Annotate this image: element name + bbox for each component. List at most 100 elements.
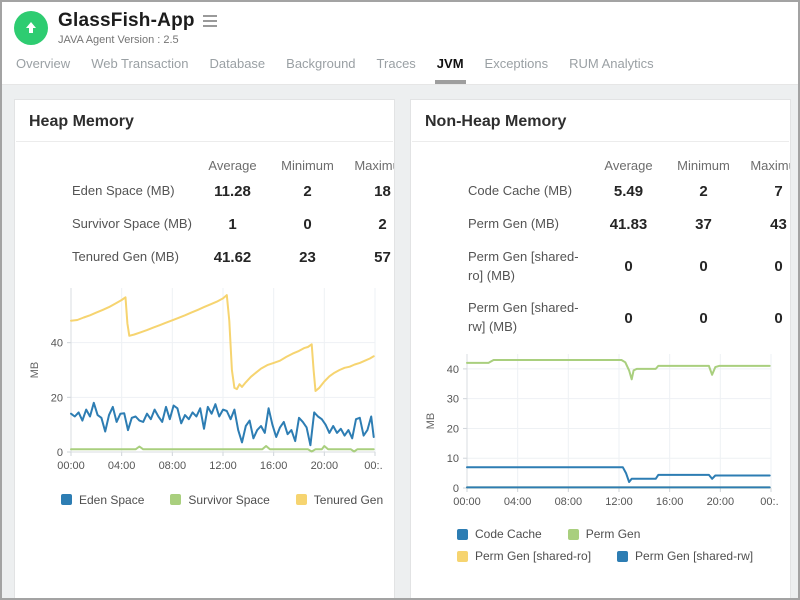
tab-bar: Overview Web Transaction Database Backgr… — [2, 46, 798, 85]
row-label: Survivor Space (MB) — [15, 215, 195, 234]
avg-value: 0 — [591, 258, 666, 275]
max-value: 43 — [741, 216, 791, 233]
avg-value: 1 — [195, 216, 270, 233]
tab-overview[interactable]: Overview — [14, 56, 72, 84]
table-row: Perm Gen [shared-rw] (MB) 0 0 0 — [411, 292, 791, 344]
legend-item[interactable]: Tenured Gen — [296, 493, 383, 507]
app-window: GlassFish-App JAVA Agent Version : 2.5 O… — [0, 0, 800, 600]
table-header-row: Average Minimum Maximum — [411, 154, 791, 175]
arrow-up-icon — [23, 20, 39, 36]
row-label: Eden Space (MB) — [15, 182, 195, 201]
legend-item[interactable]: Code Cache — [457, 527, 542, 541]
table-header-row: Average Minimum Maximum — [15, 154, 395, 175]
avg-value: 0 — [591, 310, 666, 327]
row-label: Perm Gen [shared-ro] (MB) — [411, 248, 591, 286]
legend-item[interactable]: Perm Gen [shared-rw] — [617, 549, 753, 563]
svg-text:20: 20 — [51, 392, 63, 404]
max-value: 57 — [345, 249, 395, 266]
panel-title: Non-Heap Memory — [411, 113, 790, 141]
heap-chart-legend: Eden Space Survivor Space Tenured Gen — [15, 483, 394, 507]
tab-database[interactable]: Database — [208, 56, 268, 84]
table-row: Tenured Gen (MB) 41.62 23 57 — [15, 241, 395, 274]
tab-jvm[interactable]: JVM — [435, 56, 466, 84]
tab-web-transaction[interactable]: Web Transaction — [89, 56, 190, 84]
heap-memory-line-chart: 00:0004:0008:0012:0016:0020:0000:..02040… — [25, 280, 383, 478]
non-heap-memory-line-chart: 00:0004:0008:0012:0016:0020:0000:..01020… — [421, 346, 779, 514]
min-value: 37 — [666, 216, 741, 233]
col-average: Average — [591, 158, 666, 173]
svg-text:16:00: 16:00 — [656, 496, 684, 508]
row-label: Perm Gen (MB) — [411, 215, 591, 234]
svg-text:04:00: 04:00 — [108, 460, 136, 472]
svg-text:40: 40 — [51, 337, 63, 349]
min-value: 23 — [270, 249, 345, 266]
svg-text:08:00: 08:00 — [555, 496, 583, 508]
page-title: GlassFish-App — [58, 10, 195, 32]
non-heap-memory-chart: 00:0004:0008:0012:0016:0020:0000:..01020… — [411, 344, 790, 519]
svg-text:12:00: 12:00 — [209, 460, 237, 472]
legend-swatch — [457, 551, 468, 562]
svg-text:00:00: 00:00 — [453, 496, 481, 508]
svg-text:MB: MB — [29, 361, 41, 378]
table-row: Survivor Space (MB) 1 0 2 — [15, 208, 395, 241]
svg-text:04:00: 04:00 — [504, 496, 532, 508]
legend-swatch — [170, 494, 181, 505]
legend-swatch — [61, 494, 72, 505]
heap-metric-table: Average Minimum Maximum Eden Space (MB) … — [15, 154, 395, 274]
svg-text:20:00: 20:00 — [311, 460, 339, 472]
tab-background[interactable]: Background — [284, 56, 357, 84]
avg-value: 11.28 — [195, 183, 270, 200]
avg-value: 41.83 — [591, 216, 666, 233]
min-value: 2 — [270, 183, 345, 200]
col-average: Average — [195, 158, 270, 173]
col-minimum: Minimum — [270, 158, 345, 173]
content-area: Heap Memory Average Minimum Maximum Eden… — [2, 85, 798, 598]
svg-text:16:00: 16:00 — [260, 460, 288, 472]
avg-value: 5.49 — [591, 183, 666, 200]
heap-memory-panel: Heap Memory Average Minimum Maximum Eden… — [14, 99, 395, 598]
max-value: 7 — [741, 183, 791, 200]
col-maximum: Maximum — [345, 158, 395, 173]
min-value: 0 — [666, 258, 741, 275]
svg-text:08:00: 08:00 — [159, 460, 187, 472]
min-value: 2 — [666, 183, 741, 200]
divider — [16, 141, 393, 142]
max-value: 18 — [345, 183, 395, 200]
col-maximum: Maximum — [741, 158, 791, 173]
max-value: 0 — [741, 310, 791, 327]
app-header: GlassFish-App JAVA Agent Version : 2.5 — [2, 2, 798, 46]
table-row: Eden Space (MB) 11.28 2 18 — [15, 175, 395, 208]
max-value: 0 — [741, 258, 791, 275]
svg-text:30: 30 — [447, 394, 459, 406]
table-row: Perm Gen [shared-ro] (MB) 0 0 0 — [411, 241, 791, 293]
legend-item[interactable]: Perm Gen [shared-ro] — [457, 549, 591, 563]
legend-swatch — [457, 529, 468, 540]
divider — [412, 141, 789, 142]
table-row: Perm Gen (MB) 41.83 37 43 — [411, 208, 791, 241]
heap-memory-chart: 00:0004:0008:0012:0016:0020:0000:..02040… — [15, 274, 394, 483]
svg-text:MB: MB — [425, 413, 437, 430]
svg-text:0: 0 — [57, 447, 63, 459]
row-label: Code Cache (MB) — [411, 182, 591, 201]
agent-version-label: JAVA Agent Version : 2.5 — [58, 34, 219, 46]
tab-exceptions[interactable]: Exceptions — [483, 56, 551, 84]
hamburger-menu-icon[interactable] — [201, 13, 219, 29]
col-minimum: Minimum — [666, 158, 741, 173]
svg-text:12:00: 12:00 — [605, 496, 633, 508]
non-heap-chart-legend: Code Cache Perm Gen Perm Gen [shared-ro] — [411, 519, 790, 563]
legend-item[interactable]: Eden Space — [61, 493, 144, 507]
svg-text:20:00: 20:00 — [707, 496, 735, 508]
row-label: Tenured Gen (MB) — [15, 248, 195, 267]
svg-text:00:..: 00:.. — [760, 496, 779, 508]
svg-text:10: 10 — [447, 453, 459, 465]
monitor-status-icon — [14, 11, 48, 45]
legend-swatch — [296, 494, 307, 505]
legend-item[interactable]: Survivor Space — [170, 493, 269, 507]
tab-traces[interactable]: Traces — [375, 56, 418, 84]
row-label: Perm Gen [shared-rw] (MB) — [411, 299, 591, 337]
svg-text:00:00: 00:00 — [57, 460, 85, 472]
tab-rum-analytics[interactable]: RUM Analytics — [567, 56, 656, 84]
legend-item[interactable]: Perm Gen — [568, 527, 641, 541]
min-value: 0 — [270, 216, 345, 233]
legend-swatch — [617, 551, 628, 562]
